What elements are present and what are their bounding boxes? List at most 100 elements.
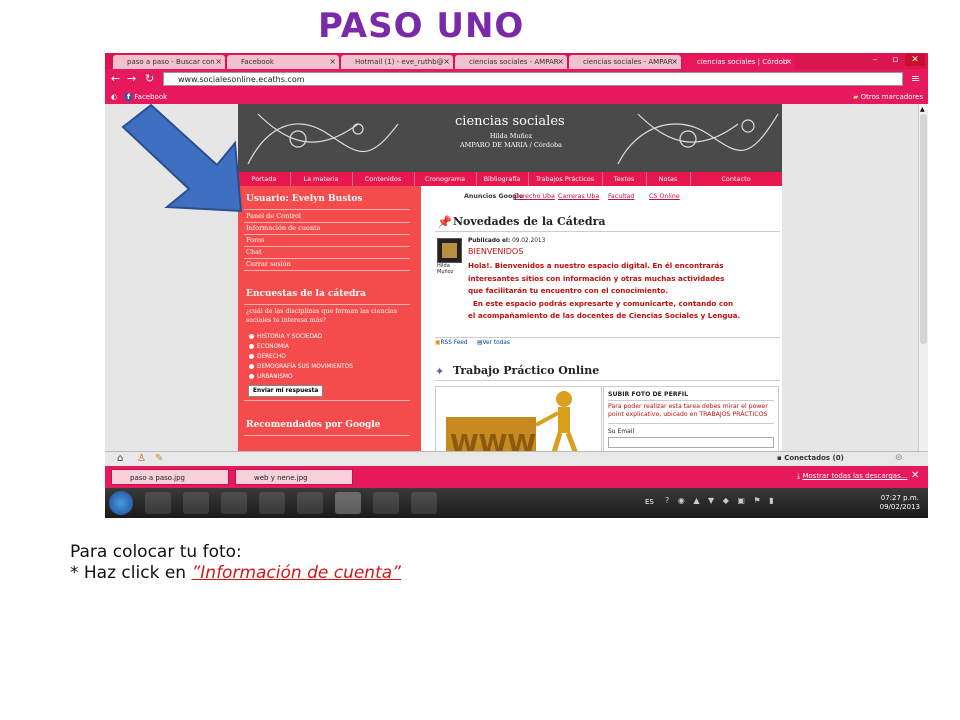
post-line: interesantes sitios con información y ot… xyxy=(468,273,725,283)
status-bar: ⌂ ♙ ✎ ▪ Conectados (0) ⊖ xyxy=(105,451,928,467)
folder-icon: ▰ xyxy=(853,93,859,101)
tab-label: ciencias sociales - AMPAR xyxy=(469,58,559,66)
poll-heading: Encuestas de la cátedra xyxy=(246,289,367,299)
site-name[interactable]: ciencias sociales xyxy=(455,114,565,129)
published-label: Publicado el: xyxy=(468,238,511,244)
poll-option-label: DEMOGRAFÍA SUS MOVIMIENTOS xyxy=(257,364,353,370)
download-icon: ⤓ xyxy=(797,472,801,480)
taskbar-powerpoint-icon[interactable] xyxy=(221,492,247,514)
poll-option[interactable]: DERECHO xyxy=(249,353,286,361)
close-icon[interactable]: × xyxy=(671,55,678,69)
menu-contenidos[interactable]: Contenidos xyxy=(352,172,415,186)
vertical-scrollbar[interactable]: ▲ xyxy=(918,104,928,464)
close-downloads-icon[interactable]: ✕ xyxy=(911,470,919,481)
tab-ciencias-1[interactable]: ciencias sociales - AMPAR × xyxy=(455,55,567,69)
show-all-downloads[interactable]: ⤓ Mostrar todas las descargas... xyxy=(797,472,907,481)
maximize-icon[interactable]: ▫ xyxy=(885,54,905,66)
poll-option[interactable]: URBANISMO xyxy=(249,373,293,381)
vote-button[interactable]: Enviar mi respuesta xyxy=(248,385,324,397)
downloads-bar: paso a paso.jpg web y nene.jpg ⤓ Mostrar… xyxy=(105,466,928,488)
post-body: Hola!. Bienvenidos a nuestro espacio dig… xyxy=(468,260,740,323)
language-indicator[interactable]: ES xyxy=(645,498,654,506)
connected-status[interactable]: ▪ Conectados (0) xyxy=(777,454,844,462)
minimize-icon[interactable]: – xyxy=(865,54,885,66)
show-all-label: Mostrar todas las descargas... xyxy=(802,472,908,480)
tab-ciencias-2[interactable]: ciencias sociales - AMPAR × xyxy=(569,55,681,69)
poll-option[interactable]: ECONOMÍA xyxy=(249,343,289,351)
menu-icon[interactable]: ≡ xyxy=(911,72,920,85)
ad-cs-online[interactable]: CS Online xyxy=(649,193,680,200)
home-icon[interactable]: ⌂ xyxy=(117,453,123,464)
divider xyxy=(244,258,410,259)
menu-la-materia[interactable]: La materia xyxy=(290,172,353,186)
close-icon[interactable]: × xyxy=(329,55,336,69)
ad-derecho-uba[interactable]: Derecho Uba xyxy=(514,193,555,200)
divider xyxy=(244,270,410,271)
recommended-heading: Recomendados por Google xyxy=(246,420,381,430)
author-avatar xyxy=(437,238,462,263)
sidebar: Usuario: Evelyn Bustos Panel de Control … xyxy=(238,186,421,464)
download-item[interactable]: paso a paso.jpg xyxy=(111,469,229,485)
scroll-up-icon[interactable]: ▲ xyxy=(920,106,925,113)
site-menu: Portada La materia Contenidos Cronograma… xyxy=(238,172,782,186)
menu-textos[interactable]: Textos xyxy=(602,172,647,186)
clock-time: 07:27 p.m. xyxy=(880,494,919,502)
poll-option-label: DERECHO xyxy=(257,354,286,360)
clock[interactable]: 07:27 p.m. 09/02/2013 xyxy=(880,494,920,512)
tab-label: ciencias sociales | Córdob xyxy=(697,58,788,66)
ad-facultad[interactable]: Facultad xyxy=(608,193,634,200)
close-icon[interactable]: × xyxy=(443,55,450,69)
star-icon[interactable]: ☆ xyxy=(895,72,904,83)
menu-bibliografia[interactable]: Bibliografía xyxy=(476,172,529,186)
url-input[interactable]: www.socialesonline.ecaths.com xyxy=(163,72,903,86)
rss-link[interactable]: ▣RSS Feed xyxy=(435,340,468,346)
divider xyxy=(608,400,774,401)
ad-carreras-uba[interactable]: Carreras Uba xyxy=(558,193,599,200)
rss-label: RSS Feed xyxy=(440,340,468,346)
close-icon[interactable]: × xyxy=(785,55,792,69)
menu-cronograma[interactable]: Cronograma xyxy=(414,172,477,186)
taskbar-window-icon[interactable] xyxy=(411,492,437,514)
taskbar-app-icon[interactable] xyxy=(145,492,171,514)
email-field[interactable] xyxy=(608,437,774,448)
instructions: Para colocar tu foto: * Haz click en ”In… xyxy=(70,542,401,584)
menu-contacto[interactable]: Contacto xyxy=(690,172,782,186)
avatar-caption: Hilda Muñoz xyxy=(437,263,454,275)
pencil-icon[interactable]: ✎ xyxy=(155,453,163,464)
settings-icon[interactable]: ⊖ xyxy=(895,453,903,463)
windows-taskbar: ES ? ◉ ▲ ▼ ◆ ▣ ⚑ ▮ 07:27 p.m. 09/02/2013 xyxy=(105,488,928,518)
taskbar-chrome-icon[interactable] xyxy=(335,492,361,514)
puzzle-icon: ✦ xyxy=(435,365,445,378)
system-tray-icons[interactable]: ? ◉ ▲ ▼ ◆ ▣ ⚑ ▮ xyxy=(665,496,777,505)
tab-ciencias-active[interactable]: ciencias sociales | Córdob × xyxy=(683,55,795,69)
instruction-line-2: * Haz click en ”Información de cuenta” xyxy=(70,563,401,584)
menu-notas[interactable]: Notas xyxy=(646,172,691,186)
menu-trabajos-practicos[interactable]: Trabajos Prácticos xyxy=(528,172,603,186)
main-column: Anuncios Google Derecho Uba Carreras Uba… xyxy=(427,186,782,466)
divider xyxy=(435,231,780,232)
taskbar-word-icon[interactable] xyxy=(259,492,285,514)
taskbar-folder-icon[interactable] xyxy=(183,492,209,514)
tp-title: SUBIR FOTO DE PERFIL xyxy=(608,391,689,398)
download-filename: paso a paso.jpg xyxy=(130,474,185,482)
published-date: 09.02.2013 xyxy=(512,238,546,244)
poll-option[interactable]: DEMOGRAFÍA SUS MOVIMIENTOS xyxy=(249,363,353,371)
see-all-link[interactable]: ▤Ver todas xyxy=(477,340,510,346)
divider xyxy=(244,400,410,401)
instruction-link: ”Información de cuenta” xyxy=(191,563,401,583)
poll-option[interactable]: HISTORIA Y SOCIEDAD xyxy=(249,333,322,341)
scroll-thumb[interactable] xyxy=(920,114,927,344)
tab-hotmail[interactable]: Hotmail (1) - eve_ruthb@ × xyxy=(341,55,453,69)
download-item[interactable]: web y nene.jpg xyxy=(235,469,353,485)
taskbar-pdf-icon[interactable] xyxy=(373,492,399,514)
window-close-icon[interactable]: ✕ xyxy=(905,54,925,66)
tab-label: ciencias sociales - AMPAR xyxy=(583,58,673,66)
taskbar-ie-icon[interactable] xyxy=(297,492,323,514)
other-bookmarks[interactable]: ▰ Otros marcadores xyxy=(853,90,923,104)
close-icon[interactable]: × xyxy=(557,55,564,69)
user-icon[interactable]: ♙ xyxy=(137,453,146,464)
chat-icon: ▪ xyxy=(777,454,782,462)
radio-icon xyxy=(249,354,254,359)
instruction-prefix: * Haz click en xyxy=(70,563,192,583)
start-button[interactable] xyxy=(109,491,133,515)
